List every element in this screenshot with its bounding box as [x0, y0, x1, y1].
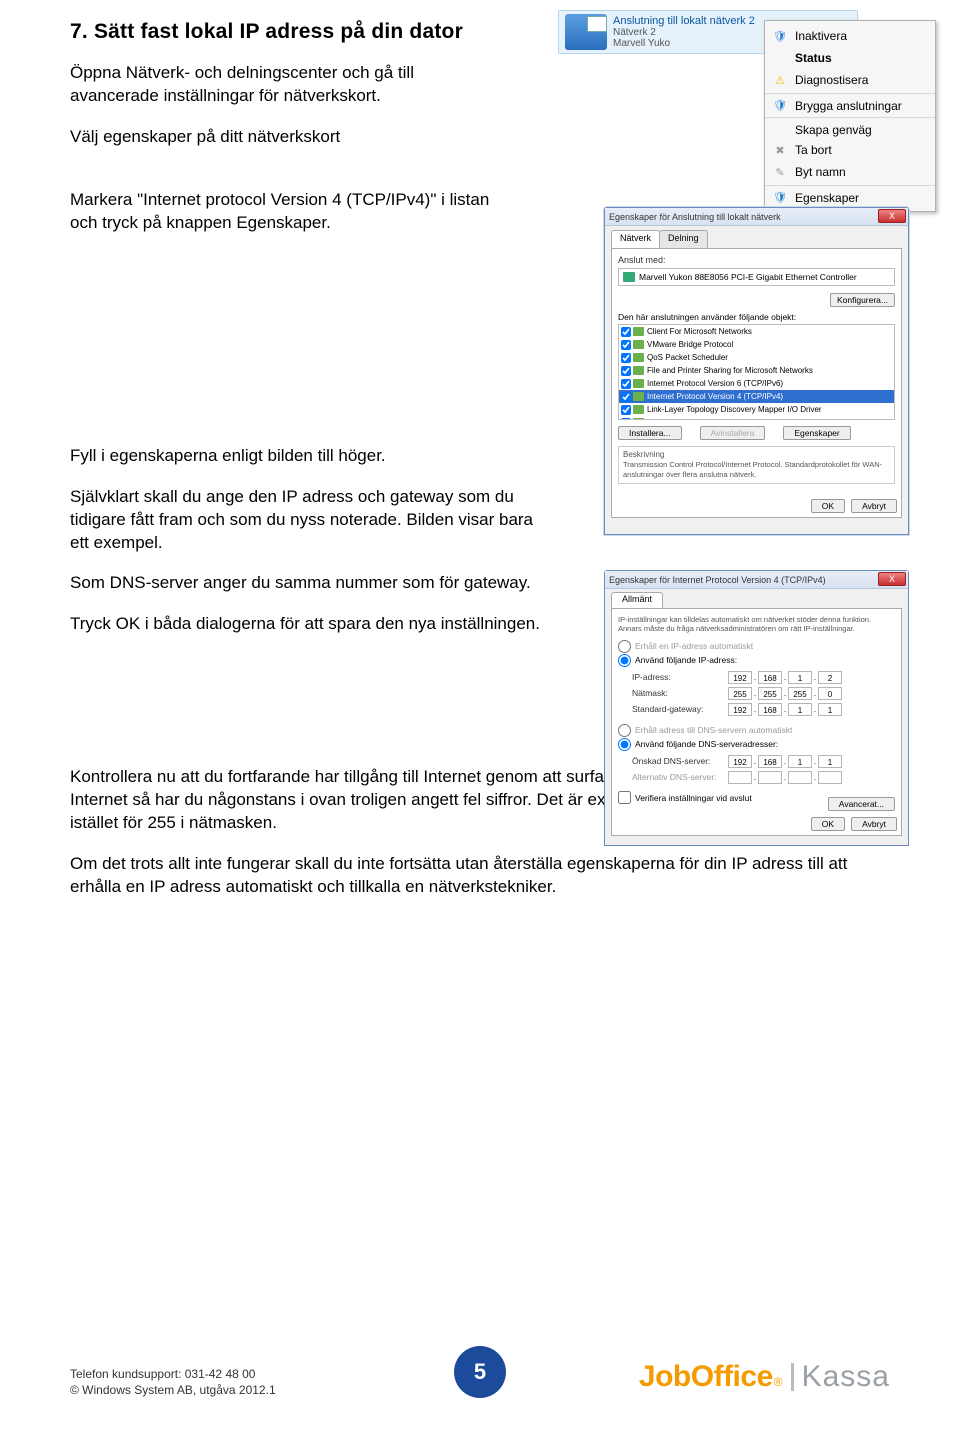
page-footer: Telefon kundsupport: 031-42 48 00 © Wind… [70, 1338, 890, 1398]
ctx-disable[interactable]: 🛡Inaktivera [765, 25, 935, 47]
nic-title: Anslutning till lokalt nätverk 2 [613, 15, 755, 27]
row-ip: IP-adress: 192.168.1.2 [632, 669, 895, 685]
radio-ip-manual[interactable]: Använd följande IP-adress: [618, 653, 895, 667]
row-mask: Nätmask: 255.255.255.0 [632, 685, 895, 701]
connect-with-label: Anslut med: [618, 255, 895, 265]
nic-network: Nätverk 2 [613, 27, 755, 39]
brand-divider [791, 1363, 794, 1391]
protocol-icon [633, 405, 644, 414]
configure-button[interactable]: Konfigurera... [830, 293, 895, 307]
tab-network[interactable]: Nätverk [611, 230, 660, 248]
uninstall-button[interactable]: Avinstallera [700, 426, 766, 440]
radio-ip-auto[interactable]: Erhåll en IP-adress automatiskt [618, 639, 895, 653]
sec2-p3: Som DNS-server anger du samma nummer som… [70, 572, 540, 595]
close-icon[interactable]: X [878, 209, 906, 223]
row-dns2: Alternativ DNS-server: ... [632, 769, 895, 785]
row-gateway: Standard-gateway: 192.168.1.1 [632, 701, 895, 717]
page-number-badge: 5 [454, 1346, 506, 1398]
sec2-p1: Fyll i egenskaperna enligt bilden till h… [70, 445, 540, 468]
ctx-bridge[interactable]: 🛡Brygga anslutningar [765, 93, 935, 115]
ok-button[interactable]: OK [811, 499, 845, 513]
nic-device: Marvell Yuko [613, 38, 755, 50]
protocol-icon [633, 379, 644, 388]
rename-icon: ✎ [771, 164, 789, 180]
list-item[interactable]: Link-Layer Topology Discovery Mapper I/O… [619, 403, 894, 416]
diagnose-icon: ⚠ [771, 72, 789, 88]
sec2-p2: Självklart skall du ange den IP adress o… [70, 486, 540, 555]
ip-address-input[interactable]: 192.168.1.2 [728, 671, 842, 684]
protocol-icon [633, 366, 644, 375]
sec1-p3: Markera "Internet protocol Version 4 (TC… [70, 189, 490, 235]
brand-logo: JobOffice® Kassa [639, 1360, 890, 1394]
desc-text: Transmission Control Protocol/Internet P… [623, 460, 882, 479]
registered-icon: ® [774, 1375, 783, 1389]
list-item[interactable]: Internet Protocol Version 6 (TCP/IPv6) [619, 377, 894, 390]
protocol-icon [633, 392, 644, 401]
properties-icon: 🛡 [771, 190, 789, 206]
properties-button[interactable]: Egenskaper [783, 426, 850, 440]
brand-kassa: Kassa [802, 1360, 890, 1394]
list-item[interactable]: Client For Microsoft Networks [619, 325, 894, 338]
ok-button[interactable]: OK [811, 817, 845, 831]
sec3-p2: Om det trots allt inte fungerar skall du… [70, 853, 880, 899]
dns2-input[interactable]: ... [728, 771, 842, 784]
list-item[interactable]: VMware Bridge Protocol [619, 338, 894, 351]
dlg1-title: Egenskaper för Anslutning till lokalt nä… [609, 212, 781, 222]
list-item[interactable]: File and Printer Sharing for Microsoft N… [619, 364, 894, 377]
gateway-input[interactable]: 192.168.1.1 [728, 703, 842, 716]
row-dns1: Önskad DNS-server: 192.168.1.1 [632, 753, 895, 769]
list-item[interactable]: Link-Layer Topology Discovery Responder [619, 416, 894, 420]
cancel-button[interactable]: Avbryt [851, 817, 897, 831]
dlg2-titlebar: Egenskaper för Internet Protocol Version… [605, 571, 908, 589]
footer-copyright: © Windows System AB, utgåva 2012.1 [70, 1382, 276, 1398]
radio-dns-auto[interactable]: Erhåll adress till DNS-servern automatis… [618, 723, 895, 737]
brand-joboffice: JobOffice [639, 1360, 773, 1394]
bridge-icon: 🛡 [771, 98, 789, 114]
protocol-icon [633, 327, 644, 336]
dns1-input[interactable]: 192.168.1.1 [728, 755, 842, 768]
step-7-heading: 7. Sätt fast lokal IP adress på din dato… [70, 20, 570, 44]
ctx-remove[interactable]: ✖Ta bort [765, 139, 935, 161]
list-item[interactable]: QoS Packet Scheduler [619, 351, 894, 364]
ctx-diagnose[interactable]: ⚠Diagnostisera [765, 69, 935, 91]
nic-properties-dialog: Egenskaper för Anslutning till lokalt nä… [604, 207, 909, 535]
shield-icon: 🛡 [771, 28, 789, 44]
close-icon[interactable]: X [878, 572, 906, 586]
ipv4-intro: IP-inställningar kan tilldelas automatis… [618, 615, 895, 633]
uses-label: Den här anslutningen använder följande o… [618, 312, 895, 322]
desc-title: Beskrivning [623, 450, 890, 459]
advanced-button[interactable]: Avancerat... [828, 797, 895, 811]
protocol-icon [633, 353, 644, 362]
sec2-p4: Tryck OK i båda dialogerna för att spara… [70, 613, 540, 636]
ctx-properties[interactable]: 🛡Egenskaper [765, 185, 935, 207]
nic-name-field: Marvell Yukon 88E8056 PCI-E Gigabit Ethe… [618, 268, 895, 286]
nic-chip-icon [623, 272, 635, 282]
install-button[interactable]: Installera... [618, 426, 682, 440]
ctx-status[interactable]: Status [765, 47, 935, 69]
netmask-input[interactable]: 255.255.255.0 [728, 687, 842, 700]
network-adapter-screenshot: Anslutning till lokalt nätverk 2 Nätverk… [558, 10, 936, 54]
sec1-p1: Öppna Nätverk- och delningscenter och gå… [70, 62, 440, 108]
protocol-listbox[interactable]: Client For Microsoft Networks VMware Bri… [618, 324, 895, 420]
ctx-shortcut[interactable]: Skapa genväg [765, 117, 935, 139]
sec1-p2: Välj egenskaper på ditt nätverkskort [70, 126, 440, 149]
dlg1-titlebar: Egenskaper för Anslutning till lokalt nä… [605, 208, 908, 226]
list-item-ipv4-selected[interactable]: Internet Protocol Version 4 (TCP/IPv4) [619, 390, 894, 403]
tab-general[interactable]: Allmänt [611, 592, 663, 608]
nic-icon [565, 14, 607, 50]
footer-support: Telefon kundsupport: 031-42 48 00 [70, 1366, 276, 1382]
radio-dns-manual[interactable]: Använd följande DNS-serveradresser: [618, 737, 895, 751]
description-box: Beskrivning Transmission Control Protoco… [618, 446, 895, 484]
context-menu: 🛡Inaktivera Status ⚠Diagnostisera 🛡Brygg… [764, 20, 936, 212]
delete-icon: ✖ [771, 142, 789, 158]
cancel-button[interactable]: Avbryt [851, 499, 897, 513]
dlg2-title: Egenskaper för Internet Protocol Version… [609, 575, 826, 585]
ctx-rename[interactable]: ✎Byt namn [765, 161, 935, 183]
protocol-icon [633, 340, 644, 349]
ipv4-properties-dialog: Egenskaper för Internet Protocol Version… [604, 570, 909, 846]
tab-sharing[interactable]: Delning [659, 230, 708, 248]
protocol-icon [633, 418, 644, 420]
